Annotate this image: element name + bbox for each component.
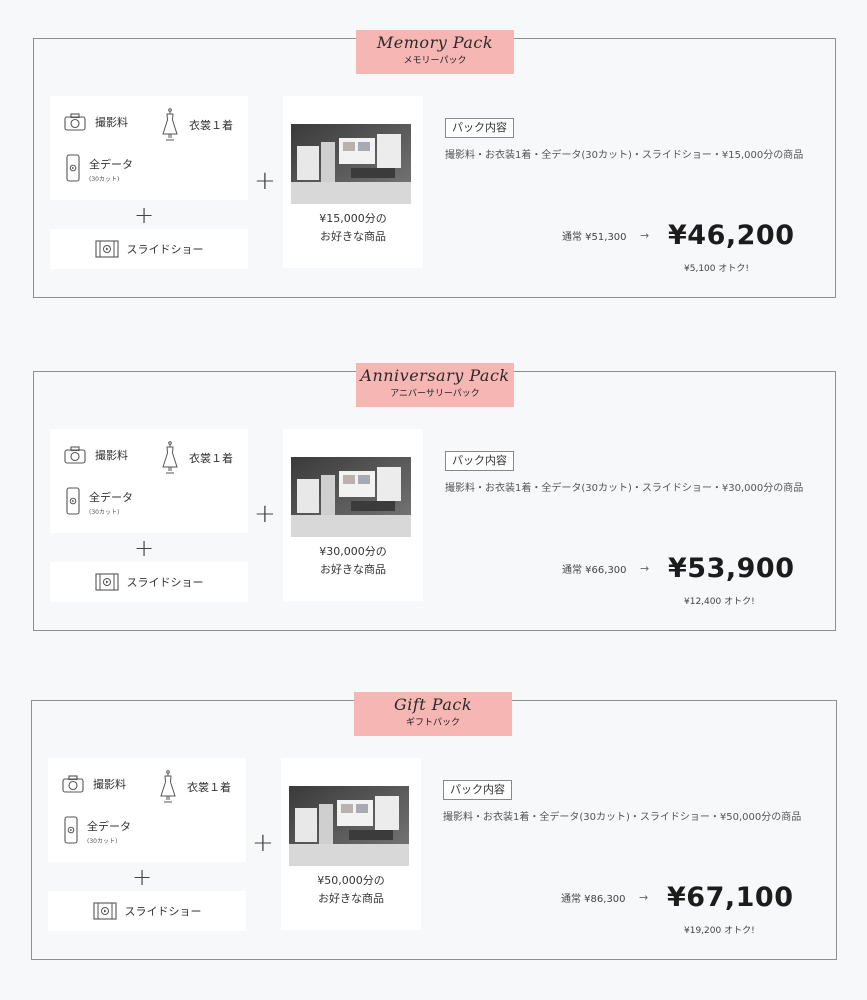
camera-icon — [64, 113, 86, 131]
dress-icon — [158, 770, 178, 804]
goods-desc: お好きな商品 — [320, 563, 386, 576]
pack-kana-title: メモリーパック — [403, 56, 467, 66]
pack-script-title: Gift Pack — [393, 695, 473, 714]
item-data-label: 全データ — [87, 820, 131, 833]
film-icon — [92, 902, 117, 920]
item-data-sub: (30カット) — [89, 509, 120, 516]
pack-card-memory: Memory Pack メモリーパック 撮影料 衣裳１着 全データ (30カット… — [33, 30, 836, 298]
item-dress-label: 衣裳１着 — [187, 781, 231, 794]
item-dress-label: 衣裳１着 — [189, 119, 233, 132]
goods-card: ¥30,000分の お好きな商品 — [283, 429, 423, 601]
item-all-data: 全データ (30カット) — [64, 816, 131, 845]
pack-content-text: 撮影料・お衣装1着・全データ(30カット)・スライドショー・¥30,000分の商… — [445, 483, 804, 494]
product-photo — [291, 457, 411, 537]
pack-title-tag: Anniversary Pack アニバーサリーパック — [356, 363, 514, 407]
film-icon — [94, 573, 119, 591]
smartphone-icon — [64, 816, 78, 844]
item-photo-fee: 撮影料 — [64, 446, 128, 464]
regular-price: 通常 ¥86,300 — [561, 894, 626, 905]
item-photo-label: 撮影料 — [95, 116, 128, 129]
pack-card-gift: Gift Pack ギフトパック 撮影料 衣裳１着 全データ (30カット) + — [31, 692, 837, 960]
product-photo — [291, 124, 411, 204]
savings-text: ¥5,100 オトク! — [684, 264, 749, 274]
item-slideshow-label: スライドショー — [126, 576, 204, 589]
pack-kana-title: ギフトパック — [405, 718, 460, 728]
price-row: 通常 ¥86,300 → ¥67,100 — [561, 882, 793, 913]
pack-title-tag: Memory Pack メモリーパック — [356, 30, 514, 74]
arrow-right-icon: → — [640, 229, 650, 242]
item-dress: 衣裳１着 — [158, 770, 231, 804]
plus-icon: + — [254, 499, 276, 529]
pack-kana-title: アニバーサリーパック — [390, 389, 480, 399]
savings-text: ¥12,400 オトク! — [684, 597, 755, 607]
camera-icon — [64, 446, 86, 464]
pack-script-title: Anniversary Pack — [360, 366, 510, 385]
product-photo — [289, 786, 409, 866]
item-data-label: 全データ — [89, 158, 133, 171]
goods-amount: ¥30,000分の — [319, 545, 387, 558]
plus-icon: + — [134, 201, 155, 229]
item-data-sub: (30カット) — [89, 176, 120, 183]
regular-price: 通常 ¥51,300 — [562, 232, 627, 243]
pack-price: ¥53,900 — [668, 553, 795, 584]
item-photo-label: 撮影料 — [93, 778, 126, 791]
item-data-sub: (30カット) — [87, 838, 118, 845]
included-items-card: 撮影料 衣裳１着 全データ (30カット) — [50, 429, 248, 533]
item-all-data: 全データ (30カット) — [66, 487, 133, 516]
item-data-label: 全データ — [89, 491, 133, 504]
pack-price: ¥67,100 — [667, 882, 794, 913]
price-row: 通常 ¥51,300 → ¥46,200 — [562, 220, 794, 251]
item-all-data: 全データ (30カット) — [66, 154, 133, 183]
pack-content-label: パック内容 — [445, 451, 514, 471]
pack-title-tag: Gift Pack ギフトパック — [354, 692, 512, 736]
smartphone-icon — [66, 487, 80, 515]
pack-content-text: 撮影料・お衣装1着・全データ(30カット)・スライドショー・¥15,000分の商… — [445, 150, 804, 161]
pack-content-label: パック内容 — [445, 118, 514, 138]
slideshow-card: スライドショー — [50, 229, 248, 269]
included-items-card: 撮影料 衣裳１着 全データ (30カット) — [48, 758, 246, 862]
arrow-right-icon: → — [640, 562, 650, 575]
smartphone-icon — [66, 154, 80, 182]
film-icon — [94, 240, 119, 258]
camera-icon — [62, 775, 84, 793]
plus-icon: + — [132, 863, 153, 891]
goods-amount: ¥50,000分の — [317, 874, 385, 887]
item-dress: 衣裳１着 — [160, 108, 233, 142]
item-photo-fee: 撮影料 — [62, 775, 126, 793]
item-photo-label: 撮影料 — [95, 449, 128, 462]
slideshow-card: スライドショー — [48, 891, 246, 931]
slideshow-card: スライドショー — [50, 562, 248, 602]
regular-price: 通常 ¥66,300 — [562, 565, 627, 576]
pack-content-text: 撮影料・お衣装1着・全データ(30カット)・スライドショー・¥50,000分の商… — [443, 812, 802, 823]
dress-icon — [160, 108, 180, 142]
goods-desc: お好きな商品 — [320, 230, 386, 243]
item-dress-label: 衣裳１着 — [189, 452, 233, 465]
pack-script-title: Memory Pack — [376, 33, 494, 52]
goods-amount: ¥15,000分の — [319, 212, 387, 225]
plus-icon: + — [252, 828, 274, 858]
plus-icon: + — [254, 166, 276, 196]
price-row: 通常 ¥66,300 → ¥53,900 — [562, 553, 794, 584]
goods-card: ¥15,000分の お好きな商品 — [283, 96, 423, 268]
item-dress: 衣裳１着 — [160, 441, 233, 475]
included-items-card: 撮影料 衣裳１着 全データ (30カット) — [50, 96, 248, 200]
pack-card-anniversary: Anniversary Pack アニバーサリーパック 撮影料 衣裳１着 全デー… — [33, 363, 836, 631]
arrow-right-icon: → — [639, 891, 649, 904]
plus-icon: + — [134, 534, 155, 562]
dress-icon — [160, 441, 180, 475]
item-slideshow-label: スライドショー — [126, 243, 204, 256]
item-slideshow-label: スライドショー — [124, 905, 202, 918]
item-photo-fee: 撮影料 — [64, 113, 128, 131]
goods-desc: お好きな商品 — [318, 892, 384, 905]
goods-card: ¥50,000分の お好きな商品 — [281, 758, 421, 930]
pack-content-label: パック内容 — [443, 780, 512, 800]
pack-price: ¥46,200 — [668, 220, 795, 251]
savings-text: ¥19,200 オトク! — [684, 926, 755, 936]
